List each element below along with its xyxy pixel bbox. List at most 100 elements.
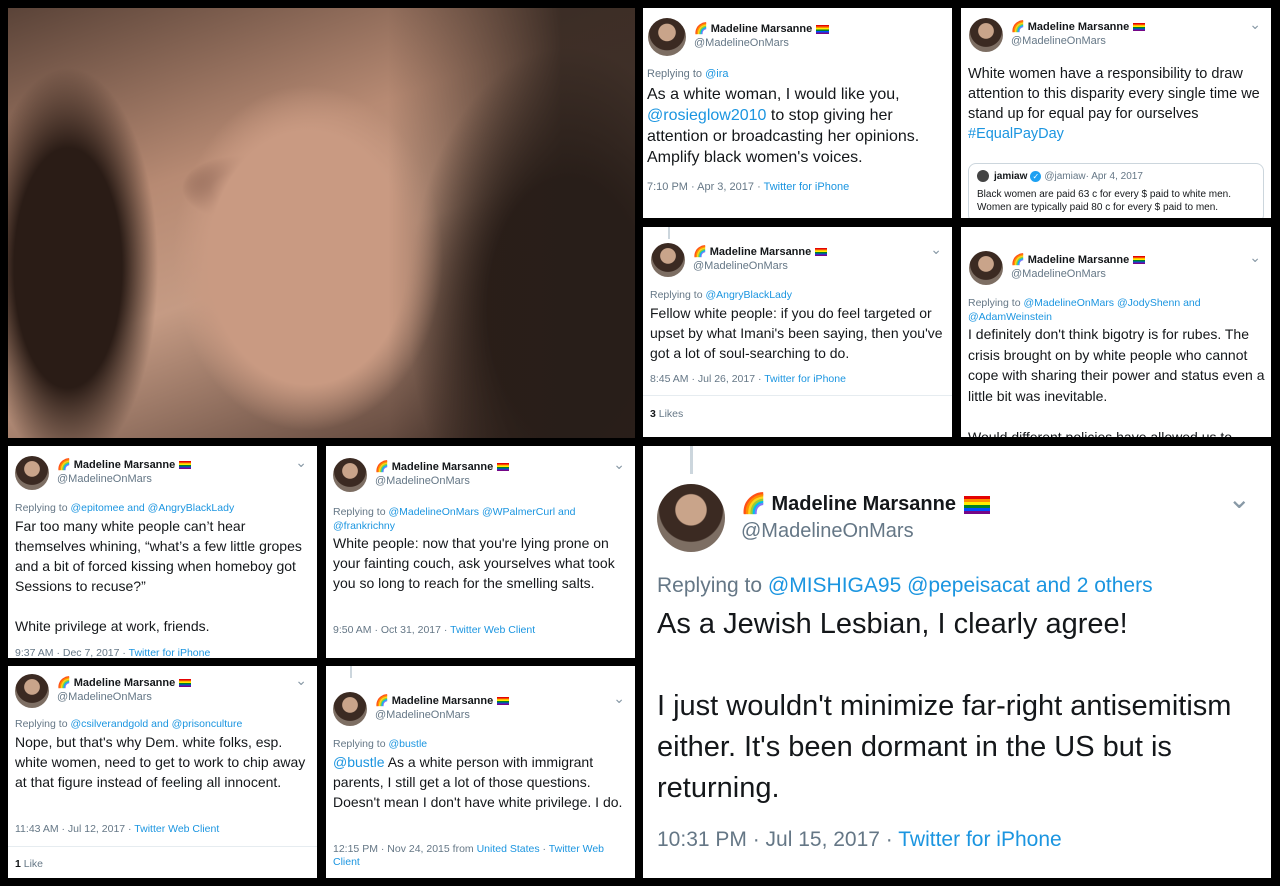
reply-context: Replying to @MadelineOnMars @JodyShenn a…: [968, 297, 1201, 323]
mention-link[interactable]: @rosieglow2010: [647, 107, 766, 124]
likes-count[interactable]: 3 Likes: [650, 408, 683, 420]
rainbow-icon: 🌈: [57, 677, 71, 690]
chevron-down-icon[interactable]: ⌄: [295, 672, 307, 689]
rainbow-icon: 🌈: [1011, 21, 1025, 34]
avatar[interactable]: [648, 18, 686, 56]
tweet-timestamp[interactable]: 9:37 AM · Dec 7, 2017 · Twitter for iPho…: [15, 647, 210, 658]
pride-flag-icon: [497, 697, 510, 706]
quoted-name[interactable]: jamiaw: [994, 171, 1027, 182]
quoted-date: · Apr 4, 2017: [1085, 170, 1143, 182]
author-name[interactable]: 🌈 Madeline Marsanne: [375, 695, 510, 709]
author-name[interactable]: 🌈 Madeline Marsanne: [57, 459, 192, 473]
tweet-text: I definitely don't think bigotry is for …: [968, 326, 1265, 437]
author-name[interactable]: 🌈 Madeline Marsanne: [57, 677, 192, 691]
tweet-source-link[interactable]: Twitter Web Client: [450, 624, 535, 636]
tweet-location-link[interactable]: United States: [477, 843, 540, 855]
hashtag-link[interactable]: #EqualPayDay: [968, 126, 1064, 142]
reply-target-link[interactable]: @csilverandgold and @prisonculture: [70, 718, 242, 730]
tweet-card-8[interactable]: 🌈 Madeline Marsanne @MadelineOnMars ⌄ Re…: [326, 666, 635, 878]
quoted-tweet[interactable]: jamiaw ✓ @jamiaw · Apr 4, 2017 Black wom…: [968, 163, 1264, 218]
portrait-photo: [8, 8, 635, 438]
tweet-card-3[interactable]: 🌈 Madeline Marsanne @MadelineOnMars ⌄ Re…: [643, 227, 952, 437]
rainbow-icon: 🌈: [375, 695, 389, 708]
author-handle[interactable]: @MadelineOnMars: [741, 518, 990, 545]
author-handle[interactable]: @MadelineOnMars: [694, 37, 829, 51]
tweet-source-link[interactable]: Twitter for iPhone: [129, 647, 211, 658]
reply-context: Replying to @ira: [647, 68, 729, 80]
author-handle[interactable]: @MadelineOnMars: [57, 691, 191, 705]
tweet-timestamp[interactable]: 12:15 PM · Nov 24, 2015 from United Stat…: [333, 843, 623, 869]
tweet-card-9[interactable]: 🌈 Madeline Marsanne @MadelineOnMars ⌄ Re…: [643, 446, 1271, 878]
tweet-card-4[interactable]: 🌈 Madeline Marsanne @MadelineOnMars ⌄ Re…: [961, 227, 1271, 437]
pride-flag-icon: [1133, 23, 1146, 32]
author-name[interactable]: 🌈 Madeline Marsanne: [741, 491, 990, 518]
tweet-timestamp[interactable]: 9:50 AM · Oct 31, 2017 · Twitter Web Cli…: [333, 624, 535, 636]
reply-target-link[interactable]: @ira: [705, 68, 728, 80]
reply-target-link[interactable]: @bustle: [388, 738, 427, 750]
reply-target-link[interactable]: @AngryBlackLady: [705, 289, 792, 301]
tweet-source-link[interactable]: Twitter for iPhone: [764, 181, 850, 193]
reply-context: Replying to @AngryBlackLady: [650, 289, 792, 301]
avatar[interactable]: [969, 18, 1003, 52]
tweet-card-6[interactable]: 🌈 Madeline Marsanne @MadelineOnMars ⌄ Re…: [326, 446, 635, 658]
author-name[interactable]: 🌈 Madeline Marsanne: [1011, 21, 1146, 35]
quoted-handle[interactable]: @jamiaw: [1044, 171, 1085, 182]
chevron-down-icon[interactable]: ⌄: [930, 241, 942, 258]
chevron-down-icon[interactable]: ⌄: [1249, 16, 1261, 33]
pride-flag-icon: [179, 679, 192, 688]
chevron-down-icon[interactable]: ⌄: [295, 454, 307, 471]
avatar[interactable]: [333, 458, 367, 492]
likes-count[interactable]: 1 Like: [15, 858, 43, 870]
avatar[interactable]: [15, 456, 49, 490]
reply-target-link[interactable]: @MISHIGA95 @pepeisacat and 2 others: [768, 574, 1153, 597]
chevron-down-icon[interactable]: ⌄: [613, 690, 625, 707]
author-name[interactable]: 🌈 Madeline Marsanne: [693, 246, 828, 260]
tweet-text: Nope, but that's why Dem. white folks, e…: [15, 734, 310, 790]
avatar[interactable]: [15, 674, 49, 708]
pride-flag-icon: [1133, 256, 1146, 265]
avatar[interactable]: [969, 251, 1003, 285]
pride-flag-icon: [179, 461, 192, 470]
tweet-timestamp[interactable]: 8:45 AM · Jul 26, 2017 · Twitter for iPh…: [650, 373, 846, 385]
author-handle[interactable]: @MadelineOnMars: [693, 260, 827, 274]
chevron-down-icon[interactable]: ⌄: [1228, 482, 1251, 515]
rainbow-icon: 🌈: [1011, 254, 1025, 267]
author-handle[interactable]: @MadelineOnMars: [1011, 268, 1145, 282]
tweet-text: As a white woman, I would like you, @ros…: [647, 86, 923, 166]
tweet-source-link[interactable]: Twitter Web Client: [134, 823, 219, 835]
tweet-card-7[interactable]: 🌈 Madeline Marsanne @MadelineOnMars ⌄ Re…: [8, 666, 317, 878]
avatar[interactable]: [333, 692, 367, 726]
tweet-card-2[interactable]: 🌈 Madeline Marsanne @MadelineOnMars ⌄ Wh…: [961, 8, 1271, 218]
tweet-text: Far too many white people can’t hear the…: [15, 518, 302, 634]
author-name[interactable]: 🌈 Madeline Marsanne: [375, 461, 510, 475]
tweet-timestamp[interactable]: 11:43 AM · Jul 12, 2017 · Twitter Web Cl…: [15, 823, 219, 835]
tweet-source-link[interactable]: Twitter for iPhone: [898, 828, 1061, 851]
author-handle[interactable]: @MadelineOnMars: [375, 709, 509, 723]
tweet-text: @bustle As a white person with immigrant…: [333, 754, 623, 810]
pride-flag-icon: [963, 495, 990, 514]
pride-flag-icon: [816, 24, 830, 34]
reply-target-link[interactable]: @epitomee and @AngryBlackLady: [70, 502, 234, 514]
reply-context: Replying to @csilverandgold and @prisonc…: [15, 718, 243, 730]
avatar[interactable]: [657, 484, 725, 552]
tweet-source-link[interactable]: Twitter for iPhone: [764, 373, 846, 385]
tweet-text: As a Jewish Lesbian, I clearly agree! I …: [657, 608, 1232, 804]
chevron-down-icon[interactable]: ⌄: [613, 456, 625, 473]
mention-link[interactable]: @bustle: [333, 754, 385, 770]
author-handle[interactable]: @MadelineOnMars: [375, 475, 509, 489]
thread-line: [668, 227, 670, 239]
author-name[interactable]: 🌈 Madeline Marsanne: [1011, 254, 1146, 268]
author-handle[interactable]: @MadelineOnMars: [1011, 35, 1145, 49]
tweet-timestamp[interactable]: 7:10 PM · Apr 3, 2017 · Twitter for iPho…: [647, 181, 849, 193]
tweet-card-5[interactable]: 🌈 Madeline Marsanne @MadelineOnMars ⌄ Re…: [8, 446, 317, 658]
reply-context: Replying to @epitomee and @AngryBlackLad…: [15, 502, 235, 514]
tweet-text: White women have a responsibility to dra…: [968, 66, 1264, 142]
author-handle[interactable]: @MadelineOnMars: [57, 473, 191, 487]
author-name[interactable]: 🌈 Madeline Marsanne: [694, 23, 830, 37]
tweet-timestamp[interactable]: 10:31 PM · Jul 15, 2017 · Twitter for iP…: [657, 828, 1062, 852]
tweet-card-1[interactable]: 🌈 Madeline Marsanne @MadelineOnMars Repl…: [643, 8, 952, 218]
avatar[interactable]: [651, 243, 685, 277]
chevron-down-icon[interactable]: ⌄: [1249, 249, 1261, 266]
quoted-avatar[interactable]: [977, 170, 989, 182]
pride-flag-icon: [815, 248, 828, 257]
